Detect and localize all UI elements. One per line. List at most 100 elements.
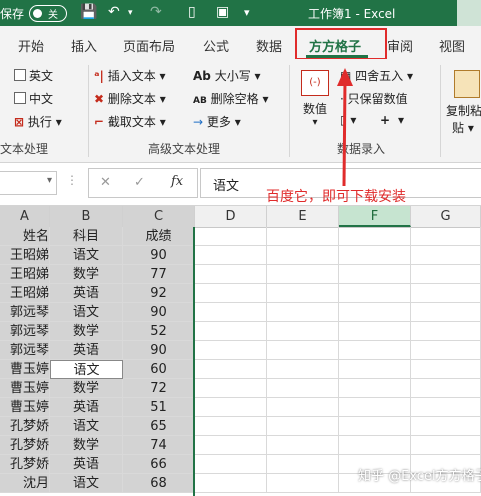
cell[interactable]: 曹玉婷 xyxy=(0,379,50,398)
cell[interactable] xyxy=(195,455,267,474)
cell[interactable] xyxy=(411,227,481,246)
cell[interactable]: 孔梦娇 xyxy=(0,417,50,436)
cell[interactable]: 英语 xyxy=(50,398,123,417)
redo-icon[interactable]: ↷ xyxy=(150,4,162,20)
cell[interactable] xyxy=(195,379,267,398)
name-box[interactable]: ▾ xyxy=(0,171,57,195)
cell[interactable]: 沈月 xyxy=(0,474,50,493)
cell[interactable]: 92 xyxy=(123,284,195,303)
cell[interactable] xyxy=(339,265,411,284)
cell[interactable] xyxy=(339,227,411,246)
tab-home[interactable]: 开始 xyxy=(18,36,44,55)
cell[interactable] xyxy=(195,284,267,303)
undo-dropdown-icon[interactable]: ▾ xyxy=(128,8,133,18)
tab-insert[interactable]: 插入 xyxy=(71,36,97,55)
cell[interactable] xyxy=(195,341,267,360)
cell[interactable] xyxy=(411,436,481,455)
column-header-f[interactable]: F xyxy=(339,206,411,227)
cell[interactable] xyxy=(267,436,339,455)
cell[interactable]: 孔梦娇 xyxy=(0,436,50,455)
cell[interactable]: 郭远琴 xyxy=(0,303,50,322)
cell[interactable] xyxy=(195,398,267,417)
cell[interactable] xyxy=(411,398,481,417)
undo-icon[interactable]: ↶ xyxy=(108,4,120,20)
column-header-b[interactable]: B xyxy=(50,206,123,227)
cell[interactable] xyxy=(267,360,339,379)
cell[interactable]: 孔梦娇 xyxy=(0,455,50,474)
english-checkbox[interactable]: 英文 xyxy=(14,67,53,84)
cell[interactable] xyxy=(339,246,411,265)
cell[interactable]: 英语 xyxy=(50,455,123,474)
cell[interactable] xyxy=(267,322,339,341)
cell[interactable] xyxy=(195,417,267,436)
cell[interactable]: 72 xyxy=(123,379,195,398)
cell[interactable] xyxy=(339,284,411,303)
cell[interactable] xyxy=(267,474,339,493)
cell[interactable]: 姓名 xyxy=(0,227,50,246)
cell[interactable]: 数学 xyxy=(50,265,123,284)
cell[interactable] xyxy=(339,379,411,398)
cell[interactable] xyxy=(267,379,339,398)
cell[interactable] xyxy=(411,360,481,379)
cell[interactable] xyxy=(339,398,411,417)
cell[interactable] xyxy=(195,265,267,284)
cell[interactable]: 74 xyxy=(123,436,195,455)
cell[interactable] xyxy=(411,303,481,322)
cell[interactable]: 王昭娣 xyxy=(0,265,50,284)
tab-view[interactable]: 视图 xyxy=(439,36,465,55)
cell[interactable] xyxy=(267,398,339,417)
cell[interactable]: 数学 xyxy=(50,436,123,455)
cell[interactable] xyxy=(195,303,267,322)
cell[interactable]: 68 xyxy=(123,474,195,493)
column-header-e[interactable]: E xyxy=(267,206,339,227)
cell[interactable]: 成绩 xyxy=(123,227,195,246)
cell[interactable] xyxy=(339,322,411,341)
column-header-a[interactable]: A xyxy=(0,206,50,227)
column-header-d[interactable]: D xyxy=(195,206,267,227)
cell[interactable] xyxy=(411,379,481,398)
cell[interactable]: 数学 xyxy=(50,379,123,398)
cell[interactable]: 语文 xyxy=(50,303,123,322)
tab-page-layout[interactable]: 页面布局 xyxy=(123,36,175,55)
cell[interactable] xyxy=(267,284,339,303)
cell[interactable] xyxy=(339,341,411,360)
cell[interactable] xyxy=(195,360,267,379)
cell[interactable] xyxy=(267,246,339,265)
cell[interactable]: 王昭娣 xyxy=(0,246,50,265)
cut-text-button[interactable]: ⌐ 截取文本 ▾ xyxy=(94,113,166,130)
cell[interactable]: 语文 xyxy=(50,246,123,265)
insert-text-button[interactable]: ᵃ| 插入文本 ▾ xyxy=(94,67,166,84)
cell[interactable] xyxy=(339,303,411,322)
cell[interactable] xyxy=(339,417,411,436)
cell[interactable] xyxy=(195,322,267,341)
execute-button[interactable]: ⊠ 执行 ▾ xyxy=(14,113,62,130)
cell[interactable] xyxy=(411,341,481,360)
chinese-checkbox[interactable]: 中文 xyxy=(14,90,53,107)
cell[interactable]: 66 xyxy=(123,455,195,474)
cell[interactable]: 52 xyxy=(123,322,195,341)
cell[interactable]: 60 xyxy=(123,360,195,379)
cell[interactable] xyxy=(267,303,339,322)
autosave-toggle[interactable]: 关 xyxy=(29,5,67,22)
plus-icon[interactable]: + xyxy=(380,113,390,127)
more-button[interactable]: → 更多 ▾ xyxy=(193,113,241,130)
save-icon[interactable]: 💾 xyxy=(80,4,97,20)
cell[interactable] xyxy=(195,436,267,455)
cell[interactable]: 英语 xyxy=(50,341,123,360)
cell[interactable] xyxy=(411,322,481,341)
cell[interactable]: 90 xyxy=(123,341,195,360)
save-as-icon[interactable]: ▣ xyxy=(216,4,229,20)
plus-dropdown-icon[interactable]: ▾ xyxy=(398,113,404,127)
cell[interactable]: 数学 xyxy=(50,322,123,341)
cell[interactable]: 英语 xyxy=(50,284,123,303)
column-header-c[interactable]: C xyxy=(123,206,195,227)
cell[interactable]: 语文 xyxy=(50,360,123,379)
delete-space-button[interactable]: AB 删除空格 ▾ xyxy=(193,90,269,107)
cell[interactable] xyxy=(339,436,411,455)
cell[interactable]: 郭远琴 xyxy=(0,322,50,341)
cell[interactable] xyxy=(267,341,339,360)
cell[interactable] xyxy=(339,360,411,379)
cell[interactable] xyxy=(267,417,339,436)
cell[interactable]: 科目 xyxy=(50,227,123,246)
tab-review[interactable]: 审阅 xyxy=(387,36,413,55)
